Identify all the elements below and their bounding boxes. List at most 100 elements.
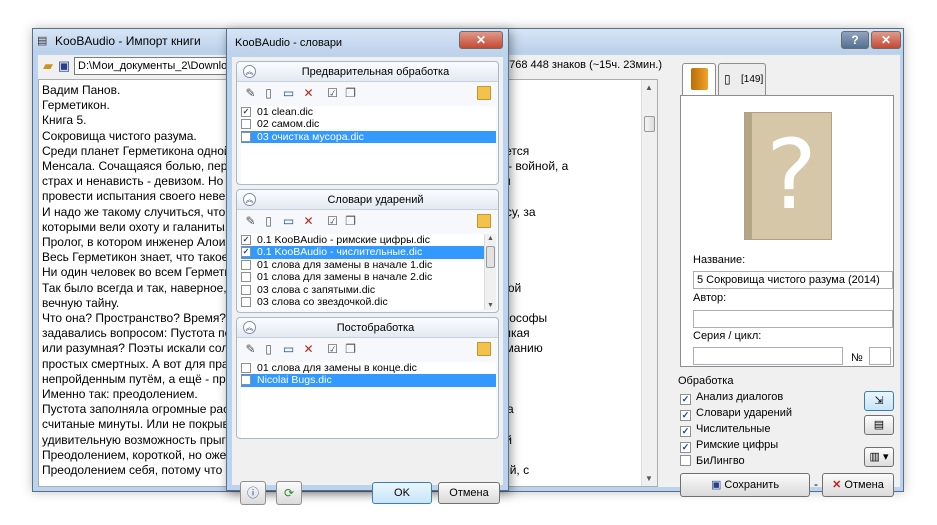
dictionary-item-label: 02 самом.dic bbox=[257, 118, 320, 131]
open-dict-icon[interactable]: ▯ bbox=[261, 214, 276, 229]
scroll-up-icon[interactable]: ▲ bbox=[487, 235, 494, 242]
scroll-down-icon[interactable]: ▼ bbox=[487, 302, 494, 309]
delete-dict-icon[interactable]: ✕ bbox=[301, 86, 316, 101]
dictionary-item[interactable]: ✓ 0.1 KooBAudio - римские цифры.dic bbox=[241, 234, 496, 246]
copy-dict-icon[interactable]: ❐ bbox=[343, 214, 358, 229]
save-button[interactable]: ▣ Сохранить bbox=[680, 473, 810, 497]
checkbox[interactable] bbox=[241, 272, 251, 283]
folder-open-icon[interactable]: ▰ bbox=[40, 58, 56, 74]
processing-option[interactable]: БиЛингво bbox=[680, 455, 745, 469]
new-dict-icon[interactable]: ✎ bbox=[243, 86, 258, 101]
check-all-icon[interactable]: ☑ bbox=[325, 86, 340, 101]
processing-option[interactable]: ✓ Словари ударений bbox=[680, 407, 792, 421]
tab-backcover[interactable]: ▯ [149] bbox=[718, 63, 766, 95]
edit-dict-icon[interactable]: ▭ bbox=[281, 342, 296, 357]
checkbox[interactable] bbox=[241, 259, 251, 270]
edit-dict-icon[interactable]: ▭ bbox=[281, 86, 296, 101]
group-title: Словари ударений bbox=[327, 194, 424, 206]
list-scrollbar[interactable]: ▲ ▼ bbox=[484, 234, 496, 310]
dictionary-list[interactable]: 01 слова для замены в конце.dic Nicolai B… bbox=[241, 362, 496, 438]
checkbox[interactable] bbox=[241, 363, 251, 373]
refresh-button[interactable]: ⟳ bbox=[276, 481, 302, 505]
checkbox[interactable]: ✓ bbox=[680, 426, 691, 437]
name-field[interactable]: 5 Сокровища чистого разума (2014) bbox=[693, 271, 893, 289]
checkbox[interactable] bbox=[241, 375, 251, 386]
dialog-settings-button[interactable]: ⇲ bbox=[864, 391, 894, 411]
dictionary-item-label: 01 слова для замены в начале 2.dic bbox=[257, 271, 433, 284]
series-label: Серия / цикл: bbox=[693, 330, 762, 342]
author-field[interactable] bbox=[693, 310, 893, 328]
checkbox[interactable] bbox=[241, 284, 251, 295]
new-dict-icon[interactable]: ✎ bbox=[243, 214, 258, 229]
dictionary-item[interactable]: 01 слова для замены в начале 2.dic bbox=[241, 271, 496, 283]
dictionary-item[interactable]: ✓ 0.1 KooBAudio - числительные.dic bbox=[241, 246, 496, 259]
scroll-up-icon[interactable]: ▲ bbox=[645, 83, 653, 92]
checkbox[interactable]: ✓ bbox=[241, 235, 251, 245]
delete-dict-icon[interactable]: ✕ bbox=[301, 214, 316, 229]
checkbox[interactable] bbox=[241, 131, 251, 142]
main-window-title: KooBAudio - Импорт книги bbox=[55, 34, 201, 48]
processing-option[interactable]: ✓ Анализ диалогов bbox=[680, 391, 783, 405]
copy-dict-icon[interactable]: ❐ bbox=[343, 86, 358, 101]
dictionary-item[interactable]: 01 слова для замены в начале 1.dic bbox=[241, 259, 496, 271]
group-toolbar: ✎ ▯ ▭ ✕ ☑ ❐ bbox=[243, 342, 493, 358]
folder-icon[interactable] bbox=[477, 86, 491, 100]
series-number-field[interactable] bbox=[869, 347, 891, 365]
check-all-icon[interactable]: ☑ bbox=[325, 342, 340, 357]
series-field[interactable] bbox=[693, 347, 843, 365]
collapse-icon[interactable]: ︽ bbox=[243, 65, 256, 78]
text-scrollbar[interactable]: ▲ ▼ bbox=[641, 80, 657, 486]
scroll-down-icon[interactable]: ▼ bbox=[645, 474, 653, 483]
dictionary-item[interactable]: 01 слова для замены в конце.dic bbox=[241, 362, 496, 374]
dialog-cancel-button[interactable]: Отмена bbox=[438, 482, 500, 504]
delete-dict-icon[interactable]: ✕ bbox=[301, 342, 316, 357]
collapse-icon[interactable]: ︽ bbox=[243, 193, 256, 206]
cover-placeholder[interactable]: ? bbox=[744, 112, 832, 240]
tab-book-info[interactable] bbox=[682, 63, 716, 95]
dialog-client: ︽ Предварительная обработка ✎ ▯ ▭ ✕ ☑ ❐ ✓ 01 clea… bbox=[232, 57, 503, 505]
dialog-close-button[interactable]: ✕ bbox=[459, 31, 503, 49]
checkbox[interactable]: ✓ bbox=[680, 442, 691, 453]
checkbox[interactable]: ✓ bbox=[680, 410, 691, 421]
scroll-thumb[interactable] bbox=[644, 116, 655, 132]
checkbox[interactable] bbox=[680, 455, 691, 466]
info-button[interactable]: ⓘ bbox=[240, 481, 266, 505]
dictionary-item[interactable]: 02 самом.dic bbox=[241, 118, 496, 130]
folder-icon[interactable] bbox=[477, 214, 491, 228]
close-button[interactable]: ✕ bbox=[871, 31, 901, 49]
checkbox[interactable]: ✓ bbox=[241, 247, 251, 258]
checkbox[interactable] bbox=[241, 119, 251, 130]
dictionary-button[interactable]: ▤ bbox=[864, 415, 894, 435]
dictionary-item[interactable]: 03 очистка мусора.dic bbox=[241, 130, 496, 144]
group-title: Постобработка bbox=[336, 322, 415, 334]
checkbox[interactable]: ✓ bbox=[241, 107, 251, 117]
scroll-thumb[interactable] bbox=[486, 246, 495, 268]
checkbox[interactable]: ✓ bbox=[680, 394, 691, 405]
dictionary-item[interactable]: 03 слова с запятыми.dic bbox=[241, 284, 496, 296]
folder-icon[interactable] bbox=[477, 342, 491, 356]
edit-dict-icon[interactable]: ▭ bbox=[281, 214, 296, 229]
open-dict-icon[interactable]: ▯ bbox=[261, 86, 276, 101]
checkbox[interactable] bbox=[241, 296, 251, 307]
name-label: Название: bbox=[693, 254, 746, 266]
copy-dict-icon[interactable]: ❐ bbox=[343, 342, 358, 357]
dictionary-item[interactable]: 03 слова со звездочкой.dic bbox=[241, 296, 496, 308]
cancel-button[interactable]: ✕ Отмена bbox=[822, 473, 894, 497]
processing-option[interactable]: ✓ Римские цифры bbox=[680, 439, 778, 453]
dictionary-list[interactable]: ✓ 0.1 KooBAudio - римские цифры.dic ✓ 0.1 K… bbox=[241, 234, 496, 310]
group-toolbar: ✎ ▯ ▭ ✕ ☑ ❐ bbox=[243, 86, 493, 102]
collapse-icon[interactable]: ︽ bbox=[243, 321, 256, 334]
floppy-icon[interactable]: ▣ bbox=[56, 58, 72, 74]
dictionary-item[interactable]: Nicolai Bugs.dic bbox=[241, 374, 496, 387]
char-count: 768 448 знаков (~15ч. 23мин.) bbox=[509, 59, 662, 71]
group-header: ︽ Словари ударений bbox=[237, 190, 498, 210]
open-dict-icon[interactable]: ▯ bbox=[261, 342, 276, 357]
dictionary-list[interactable]: ✓ 01 clean.dic 02 самом.dic 03 очистка мусо… bbox=[241, 106, 496, 184]
check-all-icon[interactable]: ☑ bbox=[325, 214, 340, 229]
bilingvo-menu-button[interactable]: ▥ ▾ bbox=[864, 447, 894, 467]
new-dict-icon[interactable]: ✎ bbox=[243, 342, 258, 357]
processing-option[interactable]: ✓ Числительные bbox=[680, 423, 770, 437]
dictionary-item[interactable]: ✓ 01 clean.dic bbox=[241, 106, 496, 118]
help-button[interactable]: ? bbox=[841, 31, 869, 49]
ok-button[interactable]: OK bbox=[372, 482, 432, 504]
